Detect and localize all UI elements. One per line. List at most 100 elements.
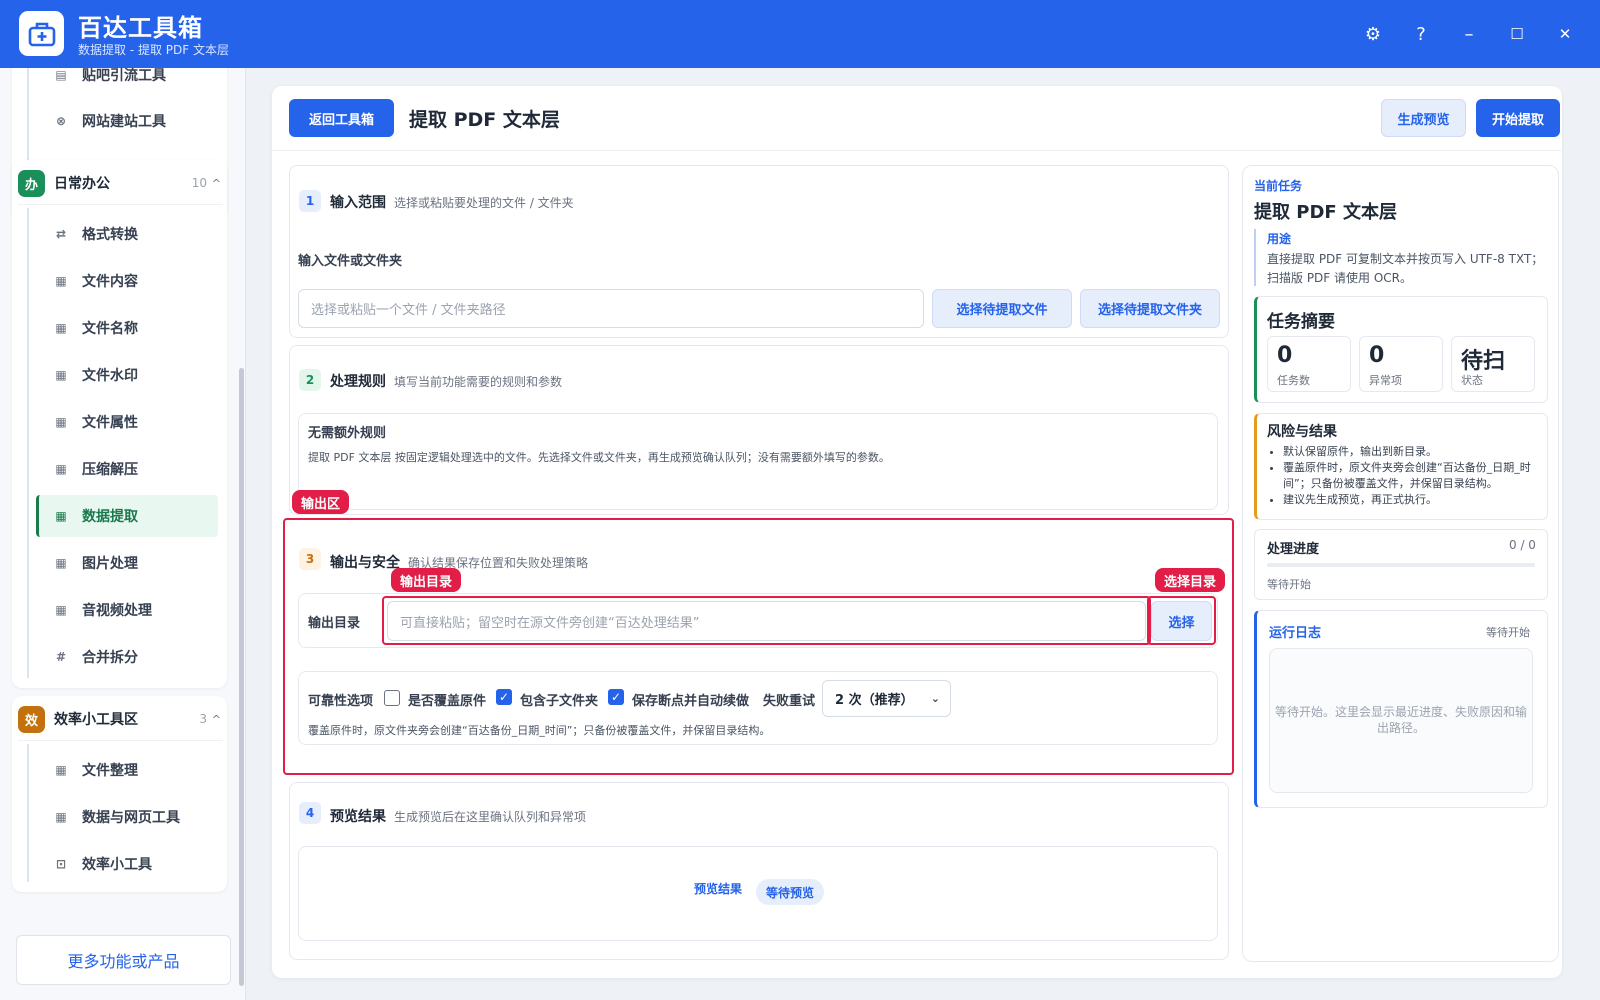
- stat-value: 待扫: [1461, 349, 1506, 374]
- step-number: 2: [299, 369, 321, 391]
- doc-icon: ▤: [55, 68, 67, 82]
- sidebar-scrollbar[interactable]: [239, 368, 244, 986]
- sidebar-item-content[interactable]: ▦ 文件内容: [36, 260, 218, 302]
- section-desc: 填写当前功能需要的规则和参数: [394, 375, 563, 389]
- sidebar-item-tieba[interactable]: ▤ 贴吧引流工具: [36, 68, 218, 96]
- group-header-office[interactable]: 办 日常办公 10 ^: [18, 162, 223, 204]
- close-icon[interactable]: ✕: [1551, 20, 1579, 48]
- risk-title: 风险与结果: [1267, 424, 1337, 440]
- task-title: 提取 PDF 文本层: [1254, 202, 1397, 223]
- input-path-field[interactable]: 选择或粘贴一个文件 / 文件夹路径: [298, 289, 924, 328]
- step-number: 4: [299, 802, 321, 824]
- rules-box-title: 无需额外规则: [308, 426, 387, 441]
- group-header-efficiency[interactable]: 效 效率小工具区 3 ^: [18, 698, 223, 740]
- generate-preview-button[interactable]: 生成预览: [1381, 99, 1466, 137]
- maximize-icon[interactable]: ☐: [1503, 20, 1531, 48]
- start-extract-button[interactable]: 开始提取: [1476, 99, 1560, 137]
- section-title: 预览结果: [330, 809, 386, 825]
- sidebar: ▤ 贴吧引流工具 ⊗ 网站建站工具 办 日常办公 10 ^ ⇄ 格式转换 ▦ 文件内…: [0, 68, 246, 1000]
- subfolder-checkbox[interactable]: ✓: [496, 689, 512, 705]
- more-products-button[interactable]: 更多功能或产品: [16, 935, 231, 985]
- globe-icon: ⊗: [55, 114, 67, 128]
- overwrite-checkbox[interactable]: [384, 690, 400, 706]
- sidebar-item-web-tools[interactable]: ▦ 数据与网页工具: [36, 796, 218, 838]
- sidebar-item-merge[interactable]: # 合并拆分: [36, 636, 218, 678]
- select-dir-tag: 选择目录: [1155, 568, 1226, 592]
- overwrite-note: 覆盖原件时，原文件夹旁会创建“百达备份_日期_时间”；只备份被覆盖文件，并保留目…: [308, 724, 771, 737]
- help-icon[interactable]: ?: [1407, 20, 1435, 48]
- retry-label: 失败重试: [763, 694, 816, 709]
- sidebar-item-filename[interactable]: ▦ 文件名称: [36, 307, 218, 349]
- app-subtitle: 数据提取 - 提取 PDF 文本层: [78, 43, 229, 57]
- sidebar-item-label: 效率小工具: [82, 857, 152, 873]
- input-field-label: 输入文件或文件夹: [298, 254, 403, 269]
- swap-icon: ⇄: [55, 227, 67, 241]
- sidebar-item-label: 文件整理: [82, 763, 138, 779]
- log-status: 等待开始: [1486, 626, 1530, 639]
- grid-icon: ▦: [55, 603, 67, 617]
- sidebar-item-watermark[interactable]: ▦ 文件水印: [36, 354, 218, 396]
- sidebar-item-label: 文件内容: [82, 274, 138, 290]
- step-number: 1: [299, 190, 321, 212]
- section-title: 输入范围: [330, 195, 386, 211]
- grid-icon: ▦: [55, 462, 67, 476]
- log-placeholder: 等待开始。这里会显示最近进度、失败原因和输出路径。: [1274, 705, 1527, 735]
- output-dir-tag: 输出目录: [391, 568, 462, 592]
- collapse-icon[interactable]: ^: [212, 713, 221, 726]
- stat-label: 异常项: [1369, 374, 1402, 387]
- risk-item: 覆盖原件时，原文件夹旁会创建“百达备份_日期_时间”；只备份被覆盖文件，并保留目…: [1283, 460, 1543, 492]
- sidebar-item-label: 文件属性: [82, 415, 138, 431]
- sidebar-item-image[interactable]: ▦ 图片处理: [36, 542, 218, 584]
- sidebar-item-format[interactable]: ⇄ 格式转换: [36, 213, 218, 255]
- retry-select[interactable]: 2 次（推荐） ⌄: [822, 680, 951, 717]
- page-title: 提取 PDF 文本层: [409, 109, 560, 131]
- risk-item: 默认保留原件，输出到新目录。: [1283, 444, 1543, 460]
- app-logo: [19, 11, 64, 56]
- grid-icon: ▦: [55, 509, 67, 523]
- group-name: 效率小工具区: [54, 712, 138, 728]
- select-dir-highlight: [1147, 596, 1216, 645]
- sidebar-item-efficiency-tools[interactable]: ⊡ 效率小工具: [36, 843, 218, 885]
- toolbox-icon: ⊡: [55, 857, 67, 871]
- sidebar-item-label: 文件名称: [82, 321, 138, 337]
- progress-bar: [1267, 563, 1535, 567]
- stat-value: 0: [1277, 343, 1293, 368]
- group-count: 3: [199, 712, 207, 726]
- log-title: 运行日志: [1269, 626, 1322, 641]
- section-desc: 生成预览后在这里确认队列和异常项: [394, 810, 587, 824]
- overwrite-label: 是否覆盖原件: [408, 694, 487, 709]
- collapse-icon[interactable]: ^: [212, 177, 221, 190]
- step-number: 3: [299, 548, 321, 570]
- preview-label: 预览结果: [694, 882, 743, 896]
- grid-icon: ▦: [55, 368, 67, 382]
- sidebar-item-compress[interactable]: ▦ 压缩解压: [36, 448, 218, 490]
- sidebar-item-label: 图片处理: [82, 556, 138, 572]
- sidebar-item-organize[interactable]: ▦ 文件整理: [36, 749, 218, 791]
- usage-label: 用途: [1267, 232, 1292, 246]
- sidebar-item-attributes[interactable]: ▦ 文件属性: [36, 401, 218, 443]
- risk-item: 建议先生成预览，再正式执行。: [1283, 492, 1543, 508]
- resume-label: 保存断点并自动续做: [632, 694, 750, 709]
- current-task-label: 当前任务: [1254, 179, 1303, 193]
- subfolder-label: 包含子文件夹: [520, 694, 599, 709]
- stat-error-count: 0 异常项: [1359, 336, 1443, 392]
- chevron-down-icon: ⌄: [930, 692, 940, 705]
- sidebar-item-label: 压缩解压: [82, 462, 138, 478]
- sidebar-item-data-extract[interactable]: ▦ 数据提取: [36, 495, 218, 537]
- minimize-icon[interactable]: –: [1455, 20, 1483, 48]
- sidebar-item-website[interactable]: ⊗ 网站建站工具: [36, 100, 218, 142]
- choose-folder-button[interactable]: 选择待提取文件夹: [1080, 289, 1220, 328]
- resume-checkbox[interactable]: ✓: [608, 689, 624, 705]
- output-dir-label: 输出目录: [308, 616, 361, 631]
- sidebar-item-label: 数据与网页工具: [82, 810, 180, 826]
- sidebar-item-label: 文件水印: [82, 368, 138, 384]
- sidebar-item-media[interactable]: ▦ 音视频处理: [36, 589, 218, 631]
- choose-file-button[interactable]: 选择待提取文件: [932, 289, 1072, 328]
- stat-label: 状态: [1461, 374, 1483, 387]
- preview-status-badge: 等待预览: [756, 879, 824, 905]
- settings-icon[interactable]: ⚙: [1359, 20, 1387, 48]
- group-count: 10: [191, 176, 207, 190]
- stat-status: 待扫 状态: [1451, 336, 1535, 392]
- sidebar-item-label: 音视频处理: [82, 603, 152, 619]
- back-to-toolbox-button[interactable]: 返回工具箱: [289, 99, 394, 137]
